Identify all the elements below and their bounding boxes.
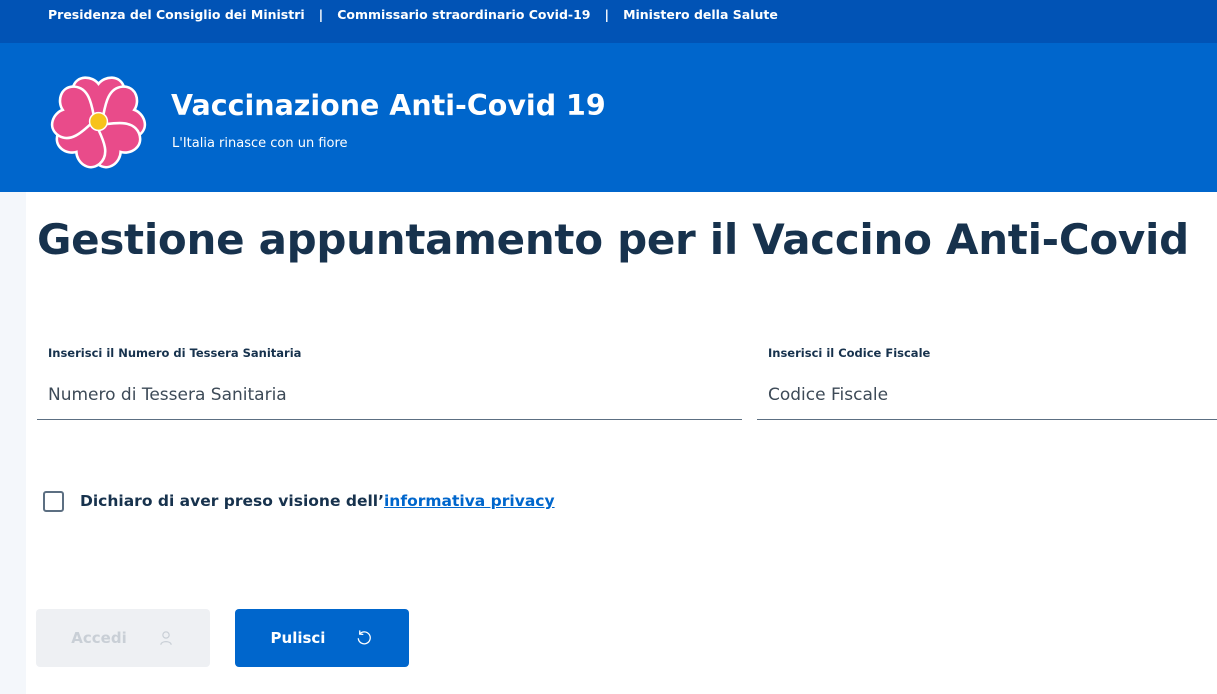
site-title[interactable]: Vaccinazione Anti-Covid 19: [171, 91, 606, 121]
privacy-consent-row: Dichiaro di aver preso visione dell’info…: [43, 489, 555, 513]
privacy-consent-label: Dichiaro di aver preso visione dell’: [80, 492, 384, 510]
primrose-flower-icon[interactable]: [47, 70, 150, 173]
brand-header: Vaccinazione Anti-Covid 19 L'Italia rina…: [0, 43, 1217, 192]
link-presidenza[interactable]: Presidenza del Consiglio dei Ministri: [48, 7, 305, 22]
tessera-sanitaria-input[interactable]: [37, 370, 742, 420]
tessera-sanitaria-label: Inserisci il Numero di Tessera Sanitaria: [48, 346, 302, 360]
tessera-sanitaria-field: Inserisci il Numero di Tessera Sanitaria: [37, 340, 742, 422]
accedi-button-label: Accedi: [71, 629, 127, 647]
pulisci-button[interactable]: Pulisci: [235, 609, 409, 667]
link-commissario[interactable]: Commissario straordinario Covid-19: [337, 7, 590, 22]
refresh-icon: [358, 630, 372, 645]
codice-fiscale-field: Inserisci il Codice Fiscale: [757, 340, 1217, 422]
link-ministero[interactable]: Ministero della Salute: [623, 7, 778, 22]
institutional-bar: Presidenza del Consiglio dei Ministri | …: [0, 0, 1217, 43]
page: Presidenza del Consiglio dei Ministri | …: [0, 0, 1217, 694]
pulisci-button-label: Pulisci: [270, 629, 326, 647]
privacy-consent-text: Dichiaro di aver preso visione dell’info…: [80, 492, 555, 510]
page-title: Gestione appuntamento per il Vaccino Ant…: [37, 215, 1189, 264]
link-separator: |: [318, 6, 324, 22]
left-margin-strip: [0, 192, 26, 694]
link-separator: |: [604, 6, 610, 22]
accedi-button[interactable]: Accedi: [36, 609, 210, 667]
codice-fiscale-label: Inserisci il Codice Fiscale: [768, 346, 931, 360]
privacy-policy-link[interactable]: informativa privacy: [384, 492, 555, 510]
site-tagline: L'Italia rinasce con un fiore: [172, 136, 348, 151]
codice-fiscale-input[interactable]: [757, 370, 1217, 420]
user-icon: [159, 631, 172, 645]
institutional-links: Presidenza del Consiglio dei Ministri | …: [48, 6, 778, 22]
privacy-checkbox[interactable]: [43, 490, 64, 512]
